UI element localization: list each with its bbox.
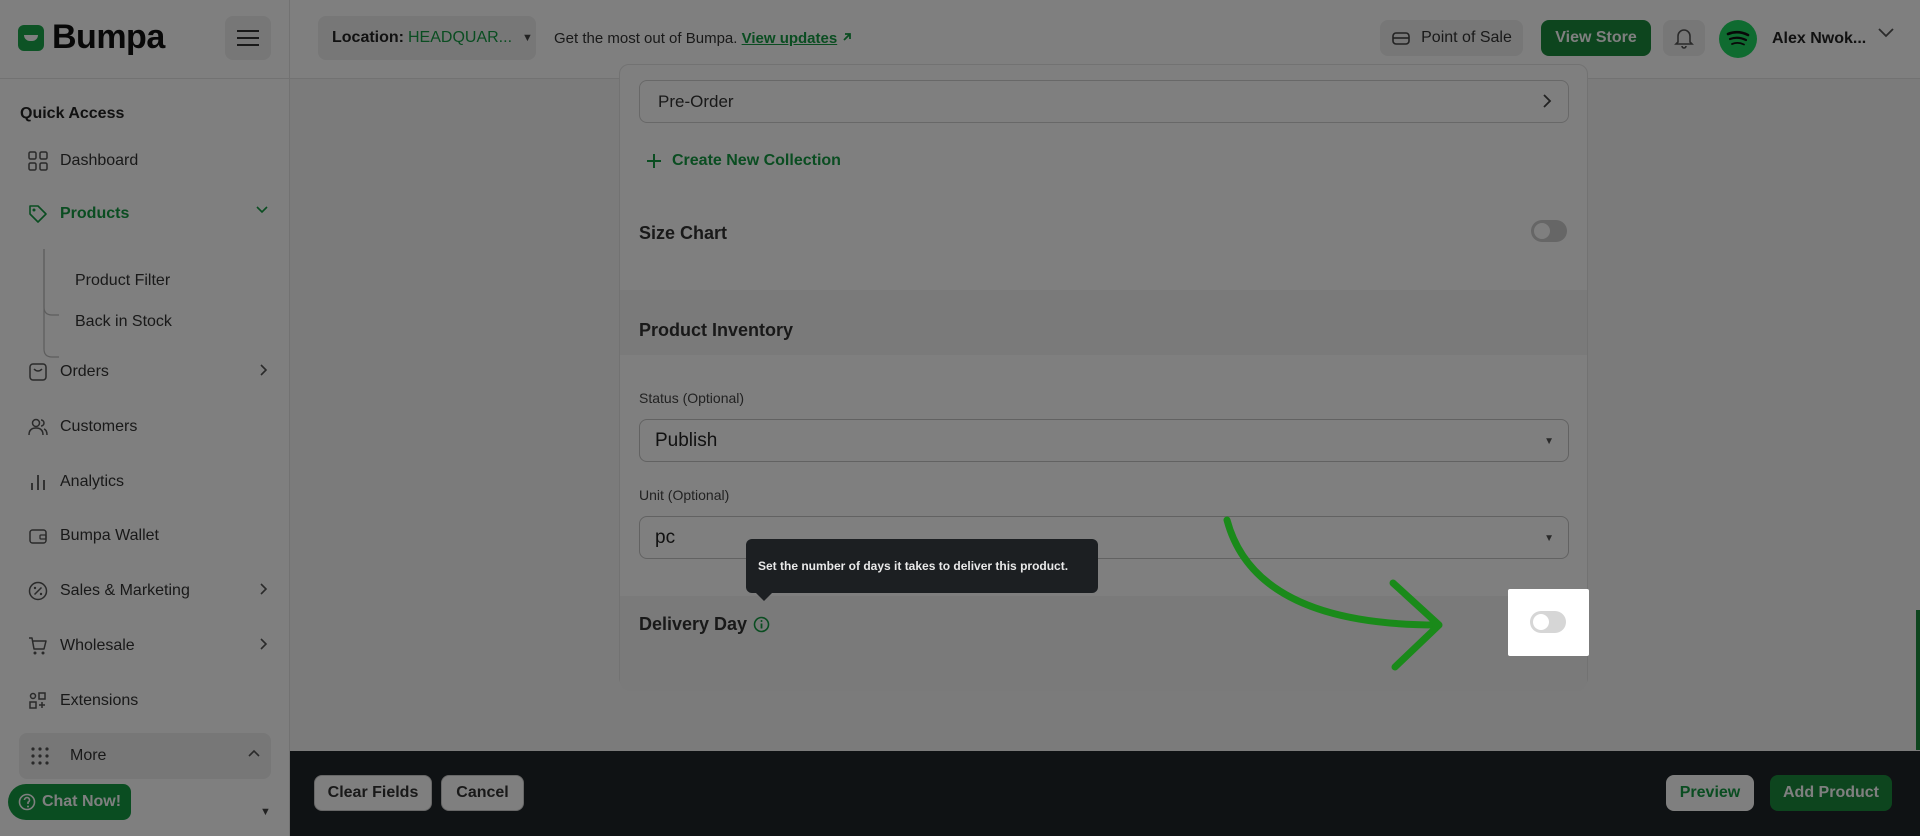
location-selector[interactable]: Location: HEADQUAR... ▼ — [318, 16, 536, 60]
promo-text: Get the most out of Bumpa. — [554, 30, 738, 47]
chat-now-label: Chat Now! — [41, 793, 122, 810]
delivery-day-tooltip: Set the number of days it takes to deliv… — [746, 539, 1098, 601]
chevron-up-icon[interactable] — [248, 749, 260, 757]
caret-down-icon: ▼ — [1544, 436, 1554, 447]
point-of-sale-button[interactable]: Point of Sale — [1380, 20, 1523, 56]
plus-icon — [647, 154, 661, 168]
sidebar-item-wholesale[interactable]: Wholesale — [28, 633, 268, 659]
sidebar-item-sales-marketing[interactable]: Sales & Marketing — [28, 578, 268, 604]
logo-text: Bumpa — [52, 18, 165, 56]
bumpa-logo-icon — [18, 24, 44, 51]
sidebar-item-label: Orders — [60, 363, 109, 380]
extensions-icon — [29, 692, 46, 709]
sidebar-item-label: More — [70, 747, 107, 764]
quick-access-title: Quick Access — [20, 105, 125, 122]
cart-icon — [29, 637, 47, 655]
user-avatar[interactable] — [1719, 20, 1757, 58]
bumpa-logo[interactable]: Bumpa — [18, 18, 165, 57]
unit-value: pc — [655, 526, 676, 548]
location-label: Location: — [332, 29, 404, 46]
sidebar-item-label: Analytics — [60, 473, 125, 490]
delivery-day-label: Delivery Day — [639, 614, 748, 634]
create-collection-label: Create New Collection — [672, 152, 841, 169]
spotify-icon — [1726, 30, 1750, 46]
sidebar-item-more[interactable]: More — [30, 746, 106, 766]
collection-value: Pre-Order — [658, 91, 734, 111]
sidebar-item-customers[interactable]: Customers — [28, 414, 268, 440]
collection-select[interactable]: Pre-Order — [639, 80, 1569, 123]
preview-button[interactable]: Preview — [1666, 775, 1754, 811]
chevron-right-icon[interactable] — [260, 364, 268, 376]
percent-badge-icon — [28, 581, 48, 601]
caret-down-icon[interactable]: ▼ — [260, 806, 271, 818]
sidebar-item-label: Extensions — [60, 692, 139, 709]
status-select[interactable]: Publish ▼ — [639, 419, 1569, 462]
wallet-icon — [29, 529, 47, 544]
tooltip-text: Set the number of days it takes to deliv… — [758, 559, 1069, 573]
hamburger-icon — [237, 30, 259, 46]
view-updates-link[interactable]: View updates — [742, 30, 838, 47]
info-icon[interactable] — [753, 616, 770, 633]
sidebar-item-label: Dashboard — [60, 152, 139, 169]
delivery-day-toggle[interactable] — [1530, 611, 1566, 633]
grid-dots-icon — [31, 747, 49, 765]
chat-now-button[interactable]: Chat Now! — [8, 784, 131, 820]
chevron-down-icon[interactable] — [256, 206, 268, 214]
notifications-button[interactable] — [1663, 20, 1705, 56]
size-chart-label: Size Chart — [639, 223, 728, 243]
sidebar-item-extensions[interactable]: Extensions — [28, 688, 268, 714]
bar-chart-icon — [31, 475, 45, 490]
delivery-day-toggle-highlight — [1508, 589, 1589, 656]
unit-label: Unit (Optional) — [639, 487, 730, 503]
view-store-button[interactable]: View Store — [1541, 20, 1651, 56]
pos-icon — [1392, 32, 1410, 45]
sidebar-subitem-product-filter[interactable]: Product Filter — [75, 272, 170, 290]
sidebar-item-analytics[interactable]: Analytics — [28, 469, 268, 495]
product-inventory-title: Product Inventory — [639, 320, 794, 340]
delivery-day-row: Delivery Day — [639, 614, 770, 635]
caret-down-icon: ▼ — [1544, 533, 1554, 544]
dashboard-icon — [28, 151, 48, 171]
chevron-right-icon[interactable] — [260, 638, 268, 650]
sidebar-item-label: Sales & Marketing — [60, 582, 190, 599]
add-product-button[interactable]: Add Product — [1770, 775, 1892, 811]
sidebar-item-products[interactable]: Products — [28, 201, 268, 227]
sidebar-item-label: Bumpa Wallet — [60, 527, 159, 544]
chevron-right-icon[interactable] — [260, 583, 268, 595]
sidebar-item-dashboard[interactable]: Dashboard — [28, 148, 268, 174]
users-icon — [28, 418, 48, 436]
chevron-right-icon — [1543, 94, 1552, 108]
location-value: HEADQUAR... — [408, 29, 513, 46]
sidebar-item-label: Customers — [60, 418, 138, 435]
chevron-down-icon[interactable] — [1878, 28, 1894, 38]
clear-fields-button[interactable]: Clear Fields — [314, 775, 432, 811]
tag-icon — [29, 205, 47, 223]
promo-banner: Get the most out of Bumpa. View updates — [554, 30, 853, 47]
create-collection-button[interactable]: Create New Collection — [646, 152, 841, 170]
scrollbar-thumb[interactable] — [1916, 610, 1920, 750]
orders-icon — [29, 363, 47, 381]
help-circle-icon — [18, 793, 36, 811]
user-name[interactable]: Alex Nwok... — [1772, 30, 1866, 48]
bell-icon — [1674, 29, 1694, 49]
sidebar-item-orders[interactable]: Orders — [28, 359, 268, 385]
caret-down-icon: ▼ — [522, 32, 533, 44]
sidebar-item-label: Wholesale — [60, 637, 135, 654]
status-value: Publish — [655, 429, 718, 451]
sidebar-item-bumpa-wallet[interactable]: Bumpa Wallet — [28, 523, 268, 549]
pos-label: Point of Sale — [1421, 29, 1512, 46]
arrow-up-right-icon — [843, 33, 852, 41]
sidebar-item-label: Products — [60, 205, 130, 222]
header-divider — [289, 0, 290, 79]
sidebar: Quick Access Dashboard Products Product … — [0, 79, 290, 836]
size-chart-toggle[interactable] — [1531, 220, 1567, 242]
cancel-button[interactable]: Cancel — [441, 775, 524, 811]
status-label: Status (Optional) — [639, 390, 745, 406]
hamburger-menu-button[interactable] — [225, 16, 271, 60]
sidebar-subitem-back-in-stock[interactable]: Back in Stock — [75, 313, 172, 331]
guide-arrow-icon — [1223, 516, 1443, 671]
